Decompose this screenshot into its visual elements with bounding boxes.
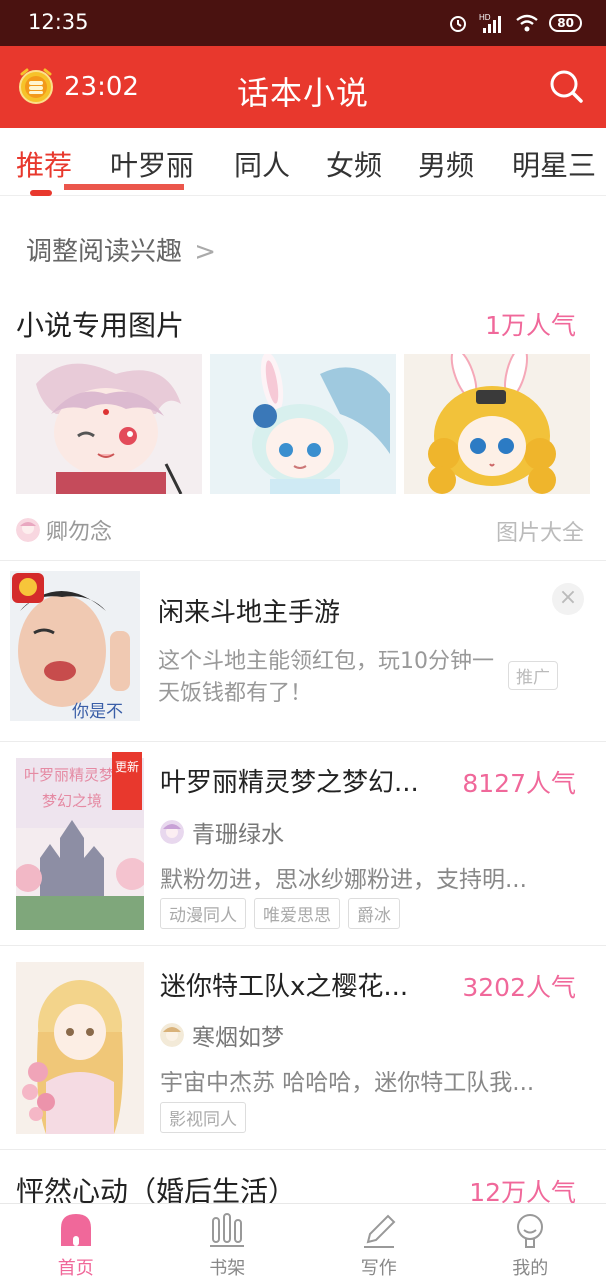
- image-section-author[interactable]: 卿勿念: [16, 514, 112, 546]
- battery-indicator: 80: [549, 14, 582, 32]
- book-tag[interactable]: 唯爱思思: [254, 898, 340, 929]
- ad-badge: 推广: [508, 661, 558, 690]
- partial-section-header: [24, 180, 224, 200]
- nav-home-label: 首页: [57, 1258, 94, 1279]
- home-icon: [60, 1214, 91, 1246]
- nav-write[interactable]: 写作: [303, 1204, 455, 1280]
- author-avatar: [16, 518, 40, 542]
- adjust-interest-link[interactable]: 调整阅读兴趣 >: [26, 231, 216, 268]
- book-popularity: 3202人气: [462, 973, 576, 1002]
- author-avatar: [160, 1023, 184, 1047]
- book-description: 默粉勿进，思冰纱娜粉进，支持明...: [160, 867, 527, 893]
- gallery-image-3[interactable]: [404, 354, 590, 494]
- book-title[interactable]: 叶罗丽精灵梦之梦幻...: [160, 762, 419, 799]
- book-author[interactable]: 寒烟如梦: [160, 1018, 284, 1052]
- tab-recommend[interactable]: 推荐: [16, 144, 72, 184]
- divider: [0, 741, 606, 742]
- app-bar: 23:02 话本小说: [0, 46, 606, 128]
- close-icon[interactable]: ×: [552, 583, 584, 615]
- ad-thumb-caption: 你是不: [72, 702, 123, 721]
- author-name: 青珊绿水: [192, 822, 284, 848]
- gallery-image-1[interactable]: [16, 354, 202, 494]
- adjust-interest-label: 调整阅读兴趣: [26, 237, 183, 267]
- nav-bookshelf-label: 书架: [209, 1258, 246, 1279]
- book-popularity: 8127人气: [462, 769, 576, 798]
- book-description: 宇宙中杰苏 哈哈哈，迷你特工队我...: [160, 1070, 535, 1096]
- divider: [0, 945, 606, 946]
- wifi-icon: [516, 14, 539, 32]
- tab-fanfic[interactable]: 同人: [234, 144, 290, 184]
- search-icon[interactable]: [546, 66, 586, 106]
- ad-title[interactable]: 闲来斗地主手游: [158, 592, 340, 629]
- author-name: 卿勿念: [46, 520, 113, 545]
- svg-text:叶罗丽精灵梦: 叶罗丽精灵梦: [24, 766, 114, 784]
- book-tag[interactable]: 爵冰: [348, 898, 400, 929]
- book-author[interactable]: 青珊绿水: [160, 815, 284, 849]
- tab-male[interactable]: 男频: [418, 144, 474, 184]
- hd-label: HD: [479, 13, 491, 22]
- ad-thumbnail[interactable]: 你是不: [10, 571, 140, 721]
- image-gallery-link[interactable]: 图片大全: [496, 515, 584, 547]
- book-title[interactable]: 迷你特工队x之樱花...: [160, 966, 408, 1003]
- status-icons: HD 80: [447, 12, 582, 34]
- profile-icon: [517, 1214, 544, 1248]
- tab-yeluoli[interactable]: 叶罗丽: [110, 144, 194, 184]
- gallery-image-2[interactable]: [210, 354, 396, 494]
- author-name: 寒烟如梦: [192, 1025, 284, 1051]
- tab-celebrity[interactable]: 明星三: [512, 144, 596, 184]
- chevron-right-icon: >: [194, 237, 217, 267]
- nav-write-label: 写作: [360, 1258, 397, 1279]
- nav-profile[interactable]: 我的: [455, 1204, 606, 1280]
- tab-female[interactable]: 女频: [326, 144, 382, 184]
- pencil-icon: [363, 1214, 396, 1248]
- image-section-popularity: 1万人气: [485, 311, 576, 340]
- clipped-heading: [64, 180, 184, 190]
- nav-bookshelf[interactable]: 书架: [152, 1204, 304, 1280]
- status-time: 12:35: [28, 10, 89, 34]
- bookshelf-icon: [210, 1213, 245, 1247]
- alarm-icon: [450, 16, 467, 32]
- image-section-title[interactable]: 小说专用图片: [16, 304, 184, 344]
- author-avatar: [160, 820, 184, 844]
- book-cover[interactable]: [16, 962, 144, 1134]
- status-bar: 12:35 HD 80: [0, 0, 606, 46]
- svg-text:梦幻之境: 梦幻之境: [42, 792, 102, 810]
- app-title: 话本小说: [236, 74, 369, 112]
- book-tags: 动漫同人 唯爱思思 爵冰: [160, 898, 400, 929]
- signal-icon: HD: [479, 13, 502, 33]
- nav-profile-label: 我的: [512, 1258, 549, 1279]
- nav-home[interactable]: 首页: [0, 1204, 152, 1280]
- update-ribbon: 更新: [112, 752, 142, 810]
- section-marker: [30, 190, 52, 196]
- book-tags: 影视同人: [160, 1102, 246, 1133]
- ad-description: 这个斗地主能领红包，玩10分钟一天饭钱都有了！: [158, 649, 494, 706]
- bottom-nav: 首页 书架 写作 我的: [0, 1203, 606, 1280]
- book-tag[interactable]: 动漫同人: [160, 898, 246, 929]
- divider: [0, 560, 606, 561]
- book-tag[interactable]: 影视同人: [160, 1102, 246, 1133]
- divider: [0, 1149, 606, 1150]
